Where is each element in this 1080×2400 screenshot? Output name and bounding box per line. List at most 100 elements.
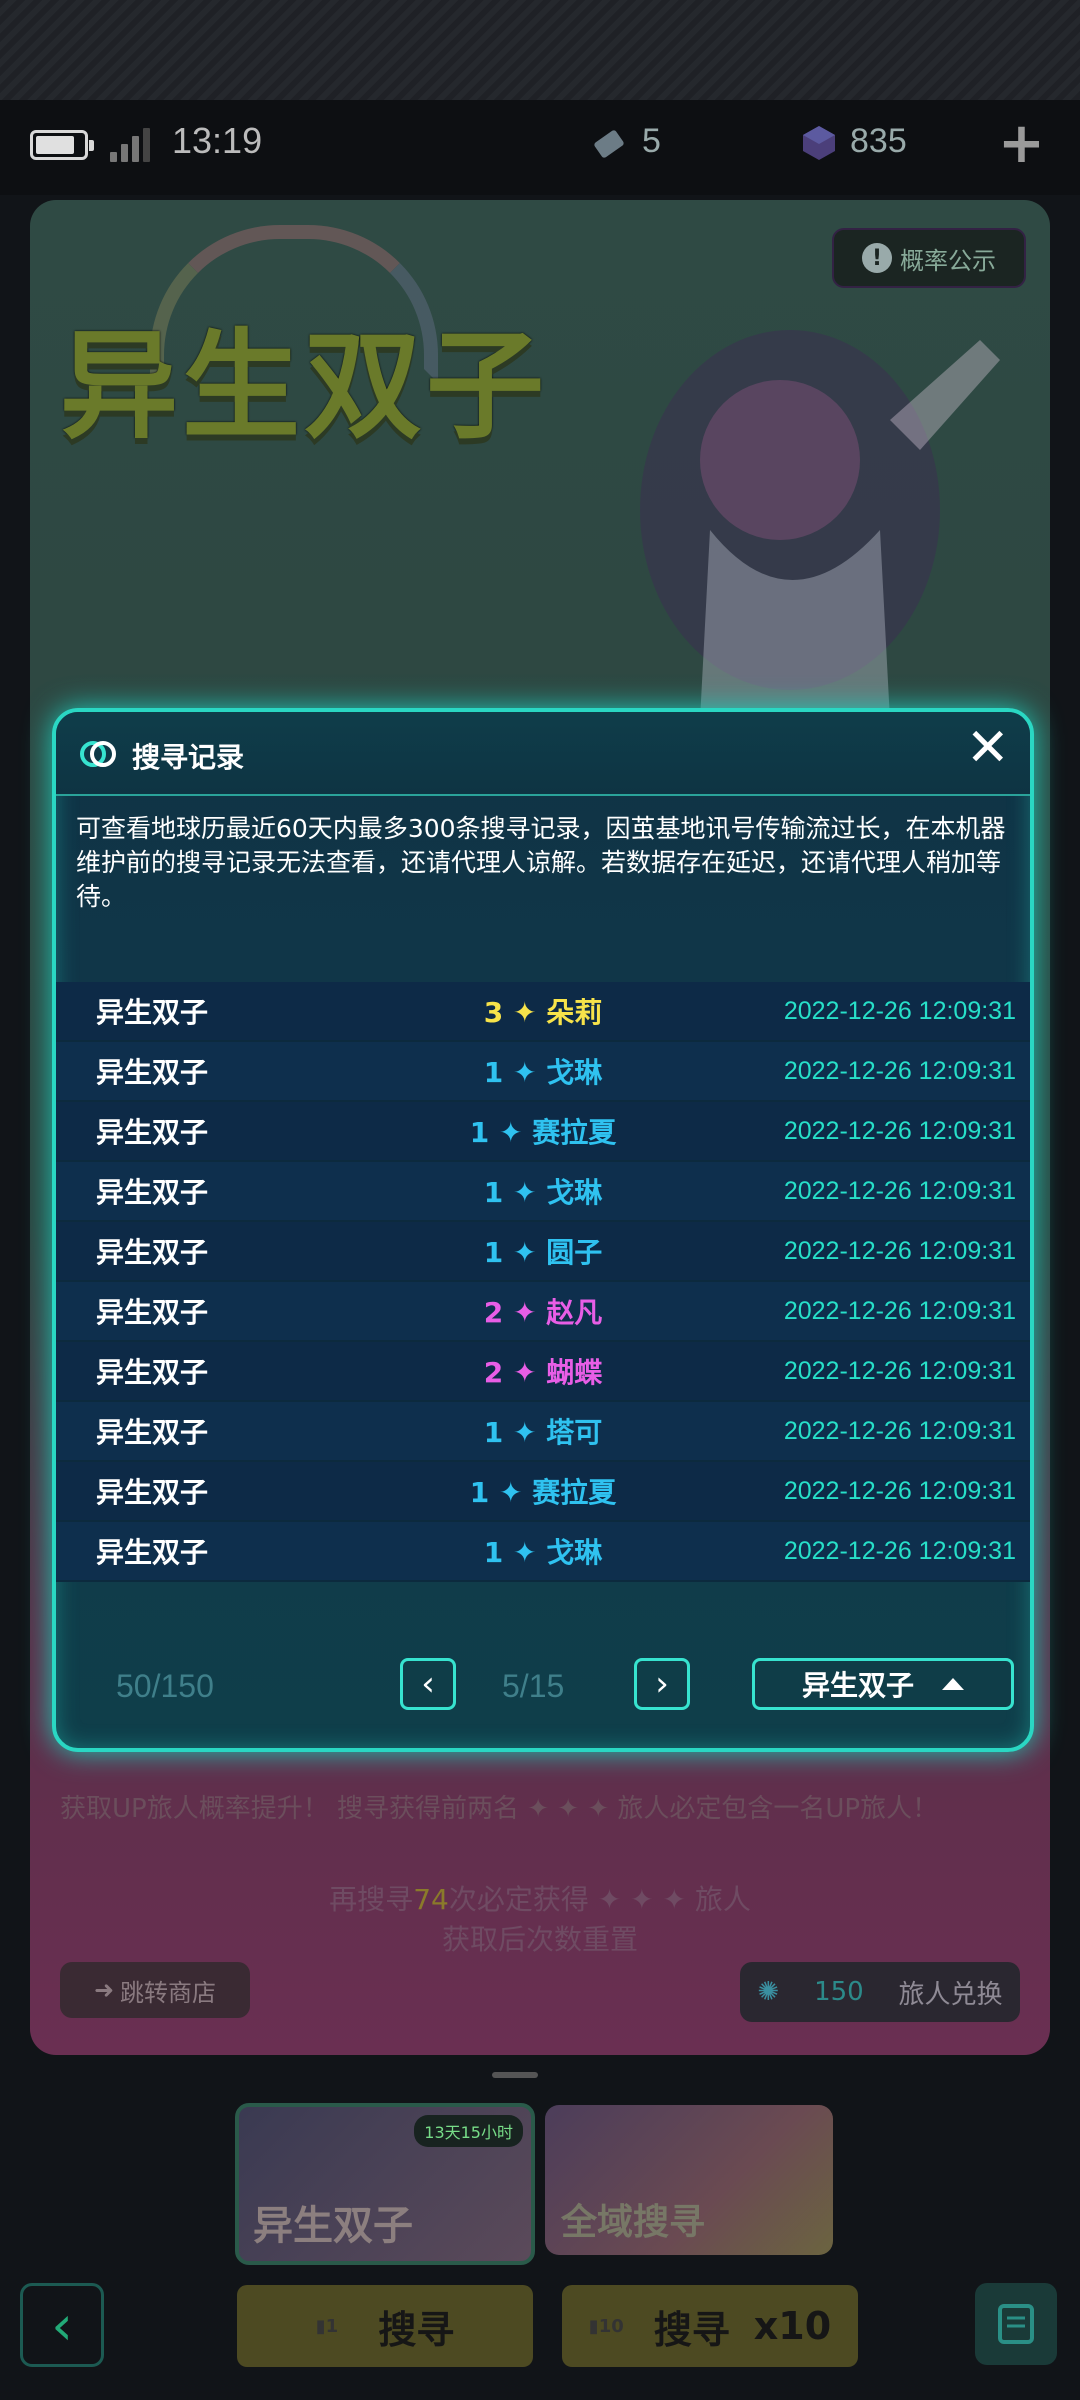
record-row: 异生双子 2 ✦ 蝴蝶 2022-12-26 12:09:31	[56, 1342, 1030, 1402]
prev-page-button[interactable]: ‹	[400, 1658, 456, 1710]
character-illustration	[640, 330, 1000, 720]
record-name: 赵凡	[546, 1296, 603, 1329]
record-row: 异生双子 1 ✦ 圆子 2022-12-26 12:09:31	[56, 1222, 1030, 1282]
record-time: 2022-12-26 12:09:31	[783, 1416, 1016, 1445]
search-once-button[interactable]: ▮1 搜寻	[237, 2285, 533, 2367]
pity-notice: 再搜寻74次必定获得 ✦ ✦ ✦ 旅人	[0, 1878, 1080, 1918]
top-system-strip	[0, 0, 1080, 100]
chevron-left-icon: ‹	[51, 2293, 73, 2357]
record-row: 异生双子 1 ✦ 塔可 2022-12-26 12:09:31	[56, 1402, 1030, 1462]
ticket-icon	[594, 130, 624, 158]
close-icon[interactable]: ✕	[966, 722, 1010, 774]
clock-time: 13:19	[172, 120, 263, 161]
record-time: 2022-12-26 12:09:31	[783, 1236, 1016, 1265]
chevron-right-icon: ›	[655, 1664, 669, 1704]
record-time: 2022-12-26 12:09:31	[783, 1356, 1016, 1385]
record-stars: 1	[483, 1056, 504, 1089]
record-button[interactable]	[975, 2283, 1057, 2365]
record-name: 圆子	[546, 1236, 603, 1269]
ticket-cost: 10	[598, 2315, 624, 2337]
pool-tab-label: 全域搜寻	[561, 2202, 706, 2243]
record-name: 朵莉	[546, 996, 603, 1029]
record-time: 2022-12-26 12:09:31	[783, 996, 1016, 1025]
star-icon: ✦	[489, 1476, 533, 1509]
game-status-bar	[0, 100, 1080, 195]
record-row: 异生双子 3 ✦ 朵莉 2022-12-26 12:09:31	[56, 982, 1030, 1042]
pity-reset-notice: 获取后次数重置	[441, 1923, 638, 1956]
add-currency-button[interactable]: +	[998, 116, 1045, 172]
pity-count: 74	[413, 1883, 449, 1916]
signal-icon	[110, 128, 150, 162]
record-stars: 2	[483, 1356, 504, 1389]
star-icon: ✦	[503, 1056, 547, 1089]
dialog-title: 搜寻记录	[132, 741, 245, 774]
record-stars: 3	[483, 996, 504, 1029]
ticket-count: 5	[642, 122, 661, 160]
pool-filter-value: 异生双子	[801, 1669, 914, 1702]
record-stars: 1	[483, 1416, 504, 1449]
gem-icon	[803, 126, 835, 160]
ticket-icon: ▮1	[315, 2315, 339, 2337]
record-name: 塔可	[546, 1416, 603, 1449]
pity-prefix: 再搜寻	[329, 1883, 414, 1916]
record-row: 异生双子 1 ✦ 戈琳 2022-12-26 12:09:31	[56, 1162, 1030, 1222]
arrow-right-icon: ➜	[93, 1976, 115, 2004]
exchange-count: 150	[814, 1977, 864, 2007]
gem-count: 835	[850, 122, 907, 160]
ticket-icon: ▮10	[588, 2315, 624, 2337]
record-row: 异生双子 1 ✦ 戈琳 2022-12-26 12:09:31	[56, 1522, 1030, 1582]
battery-icon	[30, 130, 94, 160]
token-icon: ✺	[757, 1977, 780, 2007]
record-stars: 1	[483, 1536, 504, 1569]
star-icon: ✦	[503, 1356, 547, 1389]
star-icon: ✦	[489, 1116, 533, 1149]
probability-button[interactable]: ! 概率公示	[832, 228, 1026, 288]
record-name: 戈琳	[546, 1176, 603, 1209]
pool-filter-dropdown[interactable]: 异生双子	[752, 1658, 1014, 1710]
shop-label: 跳转商店	[120, 1978, 217, 2007]
record-count: 50/150	[116, 1668, 214, 1704]
record-time: 2022-12-26 12:09:31	[783, 1056, 1016, 1085]
exchange-button[interactable]: ✺ 150 旅人兑换	[740, 1962, 1020, 2022]
pool-tab-current[interactable]: 13天15小时 异生双子	[235, 2103, 535, 2265]
record-name: 戈琳	[546, 1536, 603, 1569]
record-name: 蝴蝶	[546, 1356, 603, 1389]
search-ten-button[interactable]: ▮10 搜寻 x10	[562, 2285, 858, 2367]
record-name: 戈琳	[546, 1056, 603, 1089]
record-row: 异生双子 1 ✦ 赛拉夏 2022-12-26 12:09:31	[56, 1102, 1030, 1162]
clipboard-icon	[998, 2304, 1034, 2344]
record-list: 异生双子 3 ✦ 朵莉 2022-12-26 12:09:31 异生双子 1 ✦ 戈琳 2…	[56, 982, 1030, 1582]
banner-title: 异生双子	[60, 317, 549, 455]
record-stars: 1	[469, 1476, 490, 1509]
next-page-button[interactable]: ›	[634, 1658, 690, 1710]
probability-label: 概率公示	[900, 246, 996, 275]
exchange-label: 旅人兑换	[898, 1979, 1003, 2010]
pool-tab-global[interactable]: 全域搜寻	[545, 2105, 833, 2255]
search-once-label: 搜寻	[378, 2307, 455, 2352]
star-icon: ✦	[503, 1236, 547, 1269]
record-stars: 1	[469, 1116, 490, 1149]
star-icon: ✦	[503, 1176, 547, 1209]
record-stars: 1	[483, 1236, 504, 1269]
star-icon: ✦	[503, 1416, 547, 1449]
pool-timer: 13天15小时	[414, 2115, 523, 2147]
search-record-dialog: 搜寻记录 ✕ 可查看地球历最近60天内最多300条搜寻记录，因茧基地讯号传输流过…	[52, 708, 1034, 1752]
record-name: 赛拉夏	[532, 1116, 617, 1149]
record-stars: 2	[483, 1296, 504, 1329]
record-time: 2022-12-26 12:09:31	[783, 1536, 1016, 1565]
search-ten-label: 搜寻	[653, 2307, 730, 2352]
pity-suffix: 次必定获得 ✦ ✦ ✦ 旅人	[448, 1883, 751, 1916]
back-button[interactable]: ‹	[20, 2283, 104, 2367]
record-time: 2022-12-26 12:09:31	[783, 1476, 1016, 1505]
caret-up-icon	[942, 1678, 964, 1690]
shop-button[interactable]: ➜ 跳转商店	[60, 1962, 250, 2018]
dialog-description: 可查看地球历最近60天内最多300条搜寻记录，因茧基地讯号传输流过长，在本机器维…	[76, 814, 1006, 911]
star-icon: ✦	[503, 1296, 547, 1329]
record-time: 2022-12-26 12:09:31	[783, 1296, 1016, 1325]
record-row: 异生双子 1 ✦ 戈琳 2022-12-26 12:09:31	[56, 1042, 1030, 1102]
record-logo-icon	[80, 741, 116, 767]
exclamation-icon: !	[862, 243, 892, 273]
search-ten-suffix: x10	[753, 2304, 832, 2348]
ticket-cost: 1	[325, 2315, 339, 2337]
star-icon: ✦	[503, 996, 547, 1029]
